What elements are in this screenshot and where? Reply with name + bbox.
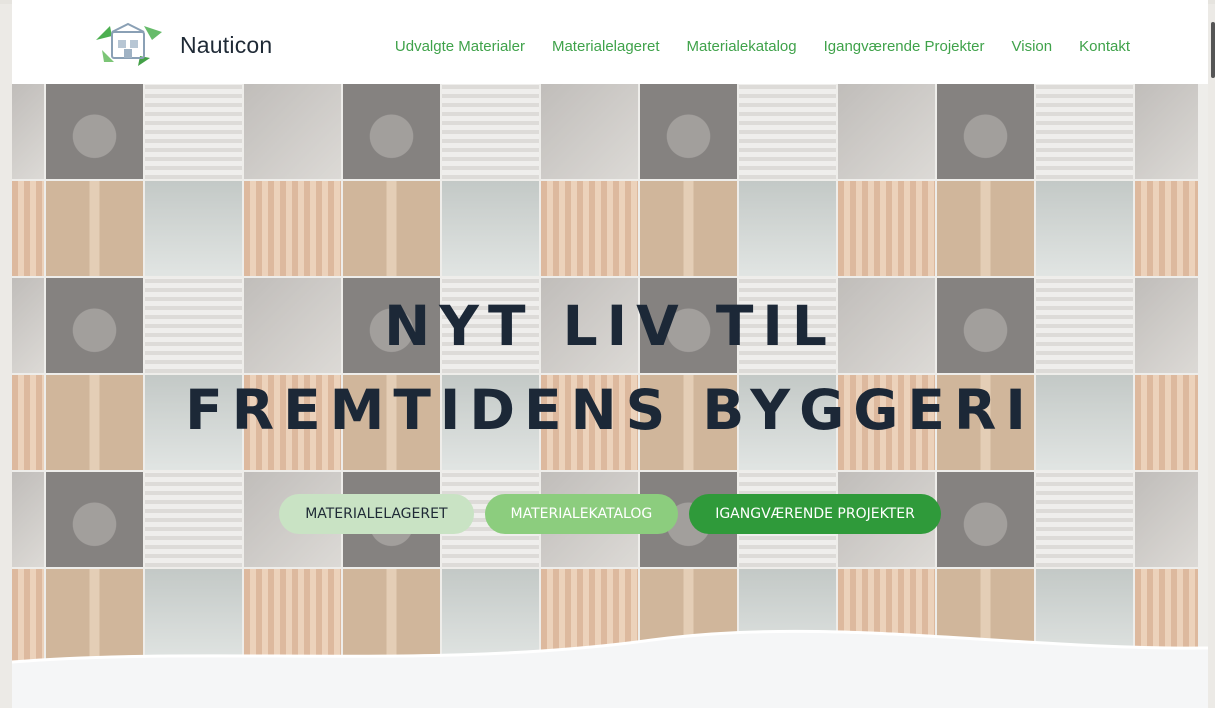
hero-headline: NYT LIV TIL FREMTIDENS BYGGERI (12, 284, 1208, 452)
hero-cta-group: MATERIALELAGERET MATERIALEKATALOG IGANGV… (12, 494, 1208, 534)
nav-link-igangvaerende-projekter[interactable]: Igangværende Projekter (824, 38, 985, 55)
content-area (12, 664, 1208, 708)
brand-name[interactable]: Nauticon (180, 32, 272, 59)
site-header: Nauticon Udvalgte Materialer Materialela… (12, 4, 1208, 84)
main-nav: Udvalgte Materialer Materialelageret Mat… (395, 38, 1130, 55)
nav-link-materialelageret[interactable]: Materialelageret (552, 38, 660, 55)
scrollbar-thumb[interactable] (1211, 22, 1215, 78)
recycling-building-logo-icon[interactable] (90, 18, 166, 68)
materialelageret-button[interactable]: MATERIALELAGERET (279, 494, 474, 534)
nav-link-udvalgte-materialer[interactable]: Udvalgte Materialer (395, 38, 525, 55)
igangvaerende-projekter-button[interactable]: IGANGVÆRENDE PROJEKTER (689, 494, 941, 534)
nav-link-vision[interactable]: Vision (1012, 38, 1053, 55)
materialekatalog-button[interactable]: MATERIALEKATALOG (484, 494, 679, 534)
hero-headline-line-2: FREMTIDENS BYGGERI (185, 378, 1035, 442)
nav-link-materialekatalog[interactable]: Materialekatalog (687, 38, 797, 55)
page: Nauticon Udvalgte Materialer Materialela… (12, 0, 1208, 708)
nav-link-kontakt[interactable]: Kontakt (1079, 38, 1130, 55)
hero-headline-line-1: NYT LIV TIL (384, 294, 836, 358)
